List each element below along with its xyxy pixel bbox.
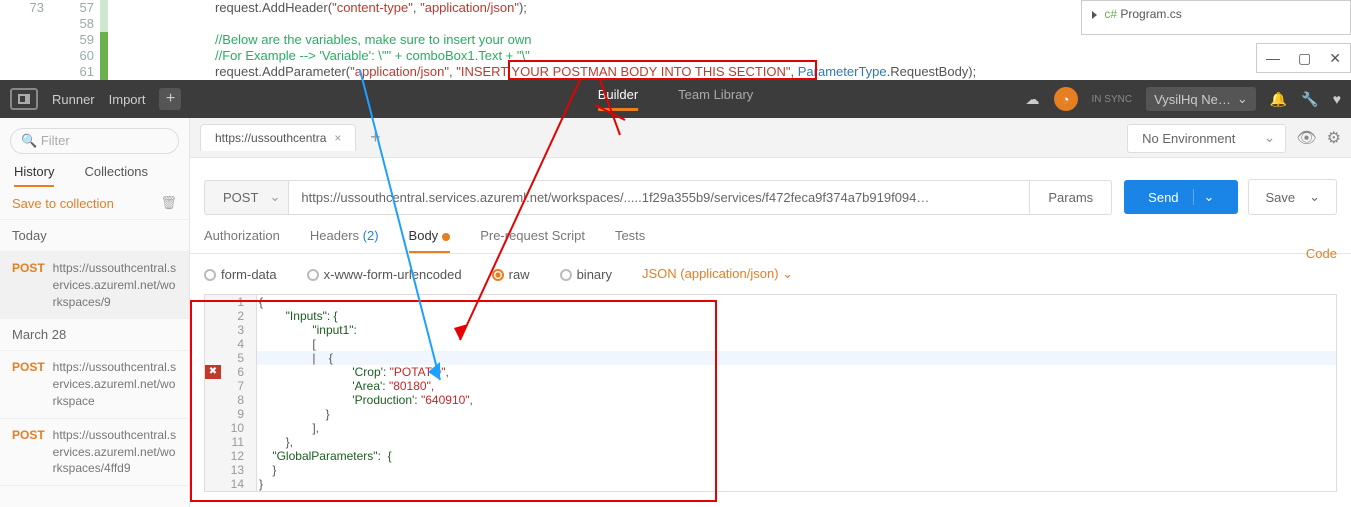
section-march28: March 28	[0, 319, 189, 351]
tab-body[interactable]: Body	[409, 228, 451, 253]
postman-toolbar: Runner Import + Builder Team Library ☁ ◔…	[0, 80, 1351, 118]
tab-prerequest[interactable]: Pre-request Script	[480, 228, 585, 253]
gutter-a: 73	[0, 0, 50, 80]
save-button[interactable]: Save⌄	[1248, 179, 1337, 215]
heart-icon[interactable]: ♥	[1333, 91, 1341, 107]
tab-bar: https://ussouthcentra × + No Environment…	[190, 118, 1351, 158]
team-library-tab[interactable]: Team Library	[678, 87, 753, 111]
gear-icon[interactable]: ⚙	[1327, 128, 1341, 148]
tab-authorization[interactable]: Authorization	[204, 228, 280, 253]
toggle-sidebar-icon[interactable]	[10, 88, 38, 110]
builder-tab[interactable]: Builder	[598, 87, 638, 111]
trash-icon[interactable]: 🗑	[160, 195, 177, 211]
cloud-icon[interactable]: ☁	[1026, 91, 1040, 108]
solution-explorer-item[interactable]: c# Program.cs	[1081, 0, 1351, 35]
section-today: Today	[0, 220, 189, 252]
annotation-highlight	[508, 60, 817, 80]
content-type-dropdown[interactable]: JSON (application/json) ⌄	[642, 266, 793, 282]
request-row: POST https://ussouthcentral.services.azu…	[190, 158, 1351, 222]
close-tab-icon[interactable]: ×	[334, 131, 341, 145]
history-tab[interactable]: History	[14, 164, 54, 187]
close-icon[interactable]: ✕	[1329, 50, 1341, 67]
filter-input[interactable]: 🔍 Filter	[10, 128, 179, 154]
gutter-b: 5758596061	[50, 0, 100, 80]
new-tab-button[interactable]: +	[159, 88, 181, 110]
window-controls: — ▢ ✕	[1256, 43, 1351, 73]
tab-headers[interactable]: Headers (2)	[310, 228, 379, 253]
eye-icon[interactable]: 👁	[1296, 128, 1316, 148]
sidebar: 🔍 Filter History Collections Save to col…	[0, 118, 190, 507]
workspace-dropdown[interactable]: VysilHq Ne…⌄	[1146, 87, 1256, 111]
radio-urlencoded[interactable]: x-www-form-urlencoded	[307, 267, 462, 282]
wrench-icon[interactable]: 🔧	[1301, 91, 1318, 108]
radio-form-data[interactable]: form-data	[204, 267, 277, 282]
collections-tab[interactable]: Collections	[84, 164, 148, 187]
params-button[interactable]: Params	[1030, 180, 1112, 215]
minimize-icon[interactable]: —	[1266, 50, 1280, 66]
tab-tests[interactable]: Tests	[615, 228, 645, 253]
annotation-highlight	[190, 300, 717, 502]
request-tabs: Authorization Headers (2) Body Pre-reque…	[190, 222, 1351, 254]
runner-button[interactable]: Runner	[52, 92, 95, 107]
bell-icon[interactable]: 🔔	[1270, 91, 1287, 108]
radio-raw[interactable]: raw	[492, 267, 530, 282]
body-type-row: form-data x-www-form-urlencoded raw bina…	[190, 254, 1351, 294]
environment-dropdown[interactable]: No Environment	[1127, 124, 1286, 153]
url-input[interactable]: https://ussouthcentral.services.azureml.…	[288, 180, 1030, 215]
program-label: Program.cs	[1120, 7, 1181, 21]
avatar[interactable]: ◔	[1054, 87, 1078, 111]
save-to-collection-link[interactable]: Save to collection	[12, 196, 114, 211]
request-tab[interactable]: https://ussouthcentra ×	[200, 124, 356, 151]
code-link[interactable]: Code	[1306, 246, 1337, 261]
method-dropdown[interactable]: POST	[204, 180, 288, 215]
csharp-icon: c#	[1104, 7, 1117, 21]
send-button[interactable]: Send⌄	[1124, 180, 1238, 214]
history-item[interactable]: POST https://ussouthcentral.services.azu…	[0, 351, 189, 418]
new-request-tab[interactable]: +	[362, 125, 388, 151]
radio-binary[interactable]: binary	[560, 267, 612, 282]
history-item[interactable]: POST https://ussouthcentral.services.azu…	[0, 419, 189, 486]
sync-label: IN SYNC	[1092, 94, 1133, 105]
error-icon: ✖	[205, 365, 221, 379]
chevron-right-icon	[1092, 11, 1097, 19]
history-item[interactable]: POST https://ussouthcentral.services.azu…	[0, 252, 189, 319]
maximize-icon[interactable]: ▢	[1298, 50, 1311, 67]
import-button[interactable]: Import	[109, 92, 146, 107]
code-l1a: request.AddHeader(	[215, 0, 332, 15]
diff-bar	[100, 0, 108, 80]
